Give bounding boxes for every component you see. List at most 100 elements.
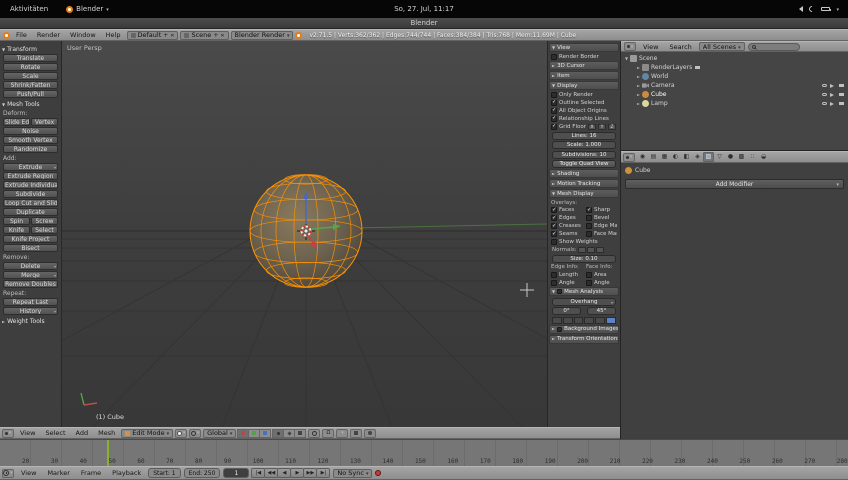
- material-tab-icon[interactable]: ●: [725, 152, 736, 162]
- scene-tab-icon[interactable]: ▦: [659, 152, 670, 162]
- window-titlebar[interactable]: Blender: [0, 18, 848, 29]
- next-keyframe-button[interactable]: ▶▶: [303, 468, 318, 478]
- outliner-row-camera[interactable]: Camera: [623, 81, 848, 90]
- expand-icon[interactable]: [635, 64, 642, 71]
- expand-icon[interactable]: [635, 82, 642, 89]
- scene-selector[interactable]: Scene: [180, 30, 229, 40]
- visibility-eye-icon[interactable]: [822, 83, 827, 88]
- loop-cut-button[interactable]: Loop Cut and Slide: [3, 199, 58, 207]
- outliner-row-world[interactable]: World: [623, 72, 848, 81]
- face-angle-checkbox[interactable]: Angle: [586, 279, 617, 287]
- statvis-toggle[interactable]: [584, 316, 595, 324]
- timeline-menu-view[interactable]: View: [17, 469, 40, 477]
- end-frame-field[interactable]: End: 250: [183, 468, 221, 478]
- opengl-render-anim-icon[interactable]: [364, 428, 377, 438]
- edge-length-checkbox[interactable]: Length: [551, 271, 582, 279]
- panel-view[interactable]: View: [549, 43, 619, 52]
- statvis-toggle[interactable]: [552, 316, 562, 324]
- extrude-individual-button[interactable]: Extrude Individual: [3, 181, 58, 189]
- shrink-fatten-button[interactable]: Shrink/Fatten: [3, 81, 58, 89]
- spin-button[interactable]: Spin: [3, 217, 30, 225]
- current-frame-field[interactable]: 1: [223, 468, 250, 478]
- start-frame-field[interactable]: Start: 1: [148, 468, 181, 478]
- extrude-region-button[interactable]: Extrude Region: [3, 172, 58, 180]
- history-button[interactable]: History: [3, 307, 58, 315]
- app-menu-button[interactable]: Blender: [58, 5, 117, 13]
- rotate-button[interactable]: Rotate: [3, 63, 58, 71]
- mode-dropdown[interactable]: Edit Mode: [121, 428, 174, 438]
- pivot-dropdown[interactable]: [189, 428, 202, 438]
- outliner-menu-search[interactable]: Search: [665, 43, 695, 51]
- object-tab-icon[interactable]: ◧: [681, 152, 692, 162]
- axis-y-toggle[interactable]: Y: [597, 123, 606, 130]
- expand-icon[interactable]: [635, 100, 642, 107]
- panel-mesh-tools[interactable]: Mesh Tools: [2, 101, 59, 108]
- particles-tab-icon[interactable]: ∷: [747, 152, 758, 162]
- loose-normals-toggle[interactable]: [586, 247, 595, 253]
- face-normals-toggle[interactable]: [595, 247, 604, 253]
- smooth-vertex-button[interactable]: Smooth Vertex: [3, 136, 58, 144]
- bisect-button[interactable]: Bisect: [3, 244, 58, 252]
- seams-checkbox[interactable]: Seams: [551, 231, 582, 238]
- timeline-ruler[interactable]: 20 30 40 50 60 70 80 90 100 110 120 130 …: [0, 439, 848, 466]
- grid-lines-field[interactable]: Lines: 16: [552, 131, 616, 140]
- blender-logo-icon[interactable]: [3, 31, 10, 39]
- normals-size-field[interactable]: Size: 0.10: [552, 254, 616, 263]
- creases-checkbox[interactable]: Creases: [551, 223, 582, 230]
- knife-project-button[interactable]: Knife Project: [3, 235, 58, 243]
- timeline-menu-frame[interactable]: Frame: [77, 469, 105, 477]
- statvis-toggle[interactable]: [562, 316, 573, 324]
- bevel-checkbox[interactable]: Bevel: [586, 215, 617, 222]
- all-object-origins-checkbox[interactable]: All Object Origins: [551, 108, 617, 115]
- panel-mesh-analysis[interactable]: Mesh Analysis: [549, 287, 619, 296]
- outline-selected-checkbox[interactable]: Outline Selected: [551, 100, 617, 107]
- panel-weight-tools[interactable]: Weight Tools: [2, 318, 59, 325]
- add-icon[interactable]: [213, 31, 218, 39]
- merge-button[interactable]: Merge: [3, 271, 58, 279]
- screw-button[interactable]: Screw: [31, 217, 58, 225]
- outliner-menu-view[interactable]: View: [639, 43, 662, 51]
- timeline-menu-playback[interactable]: Playback: [108, 469, 145, 477]
- sphere-mesh[interactable]: [249, 174, 363, 288]
- expand-icon[interactable]: [635, 91, 642, 98]
- renderability-camera-icon[interactable]: [839, 92, 844, 97]
- add-icon[interactable]: [163, 31, 168, 39]
- editor-type-button[interactable]: [624, 42, 636, 51]
- grid-scale-field[interactable]: Scale: 1.000: [552, 141, 616, 149]
- viewport-shading-dropdown[interactable]: [175, 428, 188, 438]
- randomize-button[interactable]: Randomize: [3, 145, 58, 153]
- edge-marks-checkbox[interactable]: Edge Marks: [586, 223, 617, 230]
- delete-button[interactable]: Delete: [3, 262, 58, 270]
- play-reverse-button[interactable]: ◀: [277, 468, 292, 478]
- sharp-checkbox[interactable]: Sharp: [586, 207, 617, 214]
- checkbox-icon[interactable]: [557, 289, 563, 294]
- record-button[interactable]: [375, 470, 382, 476]
- panel-3d-cursor[interactable]: 3D Cursor: [549, 61, 619, 70]
- viewport-3d[interactable]: User Persp (1) Cube: [62, 41, 547, 427]
- close-icon[interactable]: [170, 31, 174, 39]
- render-toggle-icon[interactable]: [695, 65, 701, 70]
- scale-manipulator-icon[interactable]: [259, 428, 272, 438]
- push-pull-button[interactable]: Push/Pull: [3, 90, 58, 98]
- play-button[interactable]: ▶: [290, 468, 305, 478]
- constraints-tab-icon[interactable]: ◈: [692, 152, 703, 162]
- outliner-row-lamp[interactable]: Lamp: [623, 99, 848, 108]
- panel-shading[interactable]: Shading: [549, 169, 619, 178]
- expand-icon[interactable]: [635, 73, 642, 80]
- extrude-button[interactable]: Extrude: [3, 163, 58, 171]
- translate-button[interactable]: Translate: [3, 54, 58, 62]
- clock[interactable]: So, 27. Jul, 11:17: [394, 5, 454, 13]
- only-render-checkbox[interactable]: Only Render: [551, 91, 617, 99]
- editor-type-button[interactable]: [623, 152, 635, 162]
- object-data-tab-icon[interactable]: ▽: [714, 152, 725, 162]
- timeline-menu-marker[interactable]: Marker: [43, 469, 73, 477]
- analysis-type-dropdown[interactable]: Overhang: [552, 297, 616, 306]
- noise-button[interactable]: Noise: [3, 127, 58, 135]
- statvis-toggle[interactable]: [595, 316, 606, 324]
- modifiers-tab-icon[interactable]: ▧: [703, 152, 714, 162]
- visibility-eye-icon[interactable]: [822, 92, 827, 97]
- mesh-menu[interactable]: Mesh: [94, 429, 119, 437]
- panel-item[interactable]: Item: [549, 71, 619, 80]
- menu-file[interactable]: File: [12, 31, 31, 39]
- world-tab-icon[interactable]: ◐: [670, 152, 681, 162]
